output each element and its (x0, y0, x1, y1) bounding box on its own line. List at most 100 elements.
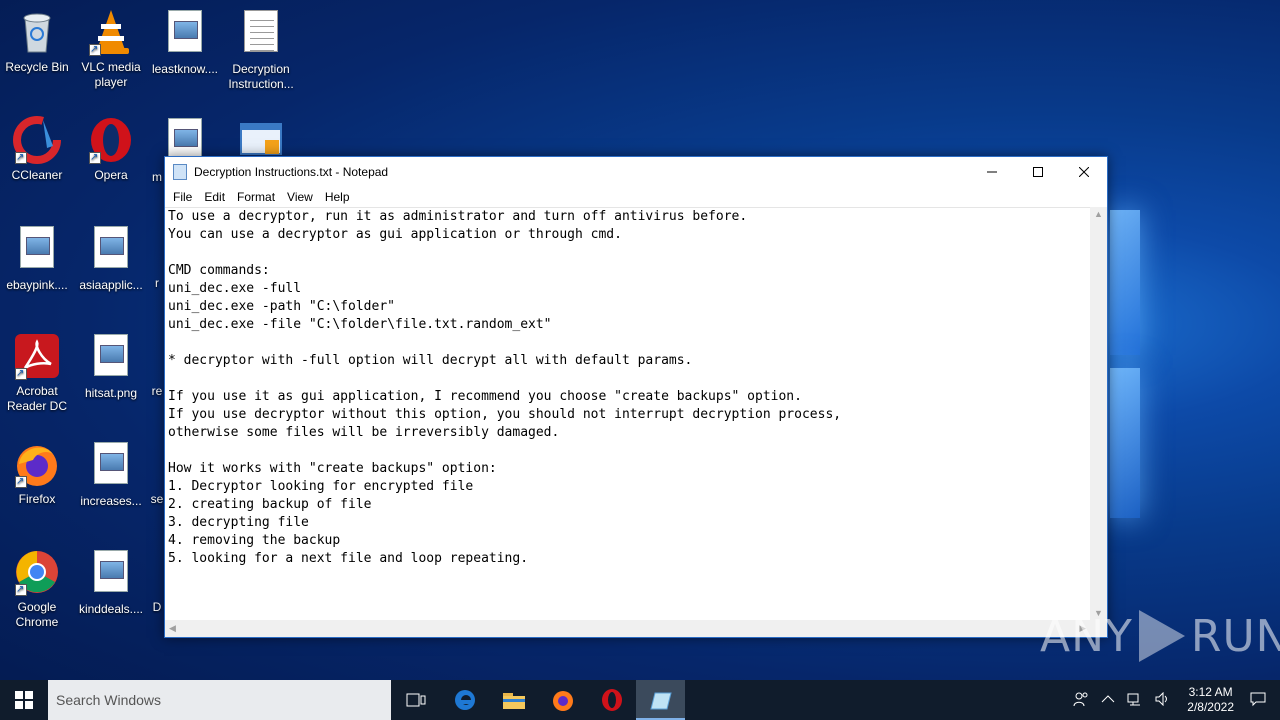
maximize-button[interactable] (1015, 157, 1061, 187)
shortcut-arrow-icon (15, 366, 27, 381)
image-file-icon (87, 226, 135, 274)
wallpaper-windows-logo (1110, 200, 1270, 520)
people-icon[interactable] (1067, 691, 1095, 710)
taskbar-notepad-button[interactable] (636, 680, 685, 720)
ccleaner-icon (13, 116, 61, 165)
desktop-icon-chrome[interactable]: Google Chrome (0, 548, 74, 630)
notepad-icon (173, 164, 187, 180)
desktop-icon-hitsat[interactable]: hitsat.png (74, 332, 148, 401)
image-file-icon (161, 10, 209, 58)
watermark-text-left: ANY (1040, 610, 1133, 662)
desktop-icon-label: kinddeals.... (78, 602, 144, 616)
task-view-button[interactable] (391, 680, 440, 720)
desktop-icon-ebaypink[interactable]: ebaypink.... (0, 224, 74, 293)
desktop-icon-partial-r[interactable]: r (150, 224, 164, 291)
desktop-icon-label: Google Chrome (15, 600, 59, 629)
desktop-icon-leastknow[interactable]: leastknow.... (148, 8, 222, 77)
desktop-icon-increases[interactable]: increases... (74, 440, 148, 509)
search-placeholder: Search Windows (56, 692, 162, 708)
windows-logo-icon (15, 691, 33, 709)
vertical-scrollbar[interactable]: ▲ ▼ (1090, 207, 1107, 620)
desktop-icon-label: leastknow.... (151, 62, 219, 76)
shortcut-arrow-icon (89, 42, 101, 57)
document-text[interactable]: To use a decryptor, run it as administra… (165, 208, 1090, 568)
desktop-icon-label: Decryption Instruction... (228, 62, 294, 91)
desktop-icon-label: ebaypink.... (6, 278, 68, 292)
image-file-icon (87, 550, 135, 598)
desktop-icon-opera[interactable]: Opera (74, 116, 148, 183)
folder-icon (502, 693, 525, 709)
minimize-button[interactable] (969, 157, 1015, 187)
shortcut-arrow-icon (15, 582, 27, 597)
taskbar-file-explorer-button[interactable] (489, 680, 538, 720)
scroll-up-icon[interactable]: ▲ (1094, 209, 1103, 219)
desktop-icon-decryption-instructions[interactable]: Decryption Instruction... (224, 8, 298, 92)
image-file-icon (87, 334, 135, 382)
vlc-cone-icon (87, 8, 135, 57)
desktop-icon-asiaapplic[interactable]: asiaapplic... (74, 224, 148, 293)
scroll-left-icon[interactable]: ◀ (169, 623, 176, 634)
clock-date: 2/8/2022 (1187, 700, 1234, 714)
taskbar-edge-button[interactable] (440, 680, 489, 720)
taskbar-clock[interactable]: 3:12 AM 2/8/2022 (1177, 685, 1244, 715)
notepad-titlebar[interactable]: Decryption Instructions.txt - Notepad (165, 157, 1107, 187)
menu-bar: File Edit Format View Help (165, 187, 1107, 207)
taskbar-search-box[interactable]: Search Windows (48, 680, 391, 720)
desktop-icon-label: Firefox (18, 492, 56, 506)
desktop-icon-label: Opera (94, 168, 128, 182)
text-file-icon (237, 10, 285, 58)
network-icon[interactable] (1121, 692, 1149, 709)
system-tray: 3:12 AM 2/8/2022 (1067, 680, 1280, 720)
recycle-bin-icon (13, 8, 61, 56)
desktop-icon-label: r (155, 276, 159, 290)
desktop-icon-acrobat[interactable]: Acrobat Reader DC (0, 332, 74, 414)
volume-icon[interactable] (1149, 691, 1177, 709)
desktop-icon-label: VLC media player (81, 60, 141, 89)
desktop-icon-label: D (152, 600, 162, 614)
chevron-up-icon[interactable] (1095, 693, 1121, 707)
opera-icon (601, 689, 622, 711)
desktop-icon-recycle-bin[interactable]: Recycle Bin (0, 8, 74, 75)
menu-file[interactable]: File (167, 190, 198, 204)
taskbar-opera-button[interactable] (587, 680, 636, 720)
horizontal-scrollbar[interactable]: ◀ ▶ (165, 620, 1090, 637)
desktop-icon-label: increases... (80, 494, 142, 508)
taskbar: Search Windows 3:12 AM 2/8/2022 (0, 680, 1280, 720)
desktop-icon-partial-re[interactable]: re (150, 332, 164, 399)
notification-icon[interactable] (1244, 691, 1280, 710)
menu-edit[interactable]: Edit (198, 190, 231, 204)
menu-format[interactable]: Format (231, 190, 281, 204)
menu-help[interactable]: Help (319, 190, 356, 204)
desktop-icon-ccleaner[interactable]: CCleaner (0, 116, 74, 183)
desktop-icon-label: Recycle Bin (5, 60, 69, 74)
shortcut-arrow-icon (15, 474, 27, 489)
notepad-window[interactable]: Decryption Instructions.txt - Notepad Fi… (164, 156, 1108, 638)
shortcut-arrow-icon (15, 150, 27, 165)
desktop-icon-label: se (150, 492, 164, 506)
anyrun-watermark: ANY RUN (1040, 610, 1280, 662)
desktop-icon-label: CCleaner (11, 168, 63, 182)
task-view-icon (406, 693, 425, 707)
firefox-icon (13, 440, 61, 489)
play-icon (1138, 610, 1185, 662)
desktop-icon-label: Acrobat Reader DC (6, 384, 68, 413)
desktop-icon-vlc[interactable]: VLC media player (74, 8, 148, 90)
desktop-icon-partial-se[interactable]: se (150, 440, 164, 507)
desktop-icon-partial-d[interactable]: D (150, 548, 164, 615)
chrome-icon (13, 548, 61, 597)
window-title: Decryption Instructions.txt - Notepad (194, 165, 389, 179)
acrobat-icon (13, 332, 61, 381)
start-button[interactable] (0, 680, 48, 720)
desktop-icon-label: hitsat.png (84, 386, 138, 400)
shortcut-arrow-icon (89, 150, 101, 165)
desktop-icon-kinddeals[interactable]: kinddeals.... (74, 548, 148, 617)
watermark-text-right: RUN (1190, 610, 1280, 662)
text-editor-area[interactable]: To use a decryptor, run it as administra… (165, 207, 1090, 620)
taskbar-firefox-button[interactable] (538, 680, 587, 720)
notepad-icon (649, 692, 672, 710)
firefox-icon (552, 691, 573, 711)
menu-view[interactable]: View (281, 190, 319, 204)
desktop-icon-firefox[interactable]: Firefox (0, 440, 74, 507)
opera-icon (87, 116, 135, 165)
close-button[interactable] (1061, 157, 1107, 187)
